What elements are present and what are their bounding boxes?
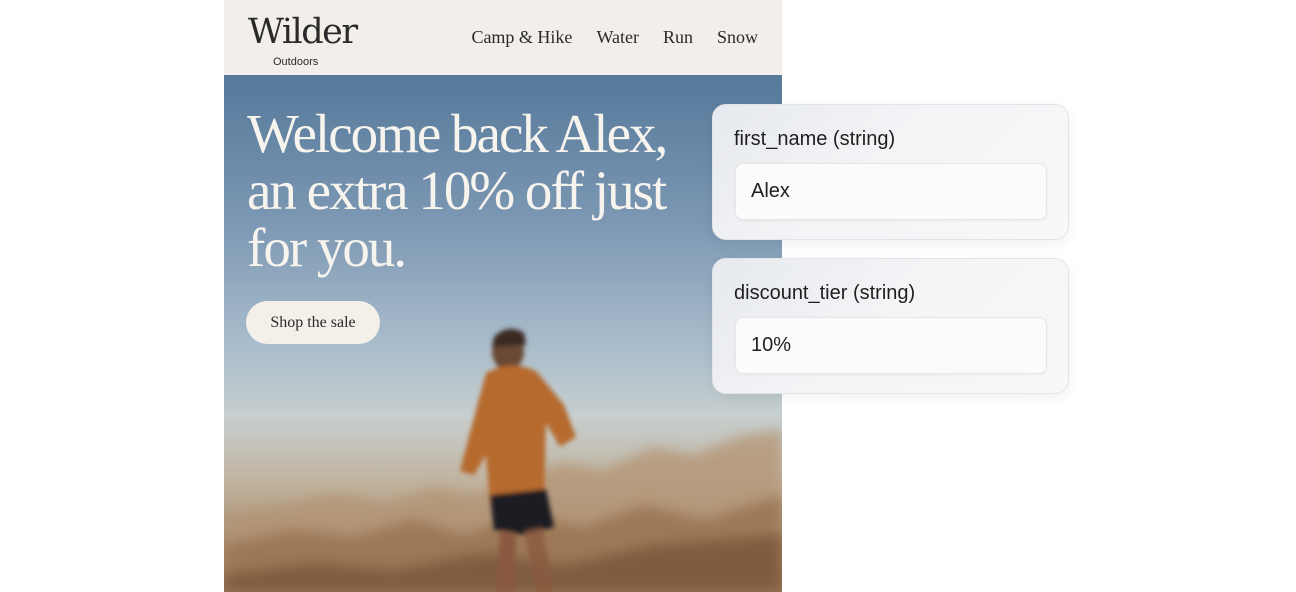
brand-logo[interactable]: Wilder Outdoors: [248, 10, 358, 68]
variable-card-first-name: first_name (string) Alex: [712, 104, 1069, 240]
nav-item-snow[interactable]: Snow: [717, 26, 758, 48]
variable-label: discount_tier (string): [734, 282, 916, 304]
first-name-field[interactable]: Alex: [735, 163, 1047, 220]
hero-banner: Welcome back Alex, an extra 10% off just…: [224, 75, 782, 592]
hero-headline: Welcome back Alex, an extra 10% off just…: [247, 103, 668, 278]
variable-card-discount-tier: discount_tier (string) 10%: [712, 258, 1069, 394]
nav-item-camp-hike[interactable]: Camp & Hike: [471, 26, 572, 48]
email-preview: Wilder Outdoors Camp & Hike Water Run Sn…: [224, 0, 782, 592]
shop-the-sale-button[interactable]: Shop the sale: [246, 301, 380, 344]
email-header: Wilder Outdoors Camp & Hike Water Run Sn…: [224, 0, 782, 75]
nav-item-water[interactable]: Water: [596, 26, 639, 48]
main-nav: Camp & Hike Water Run Snow: [471, 26, 758, 48]
nav-item-run[interactable]: Run: [663, 26, 693, 48]
brand-name: Wilder: [248, 12, 358, 52]
variable-label: first_name (string): [734, 128, 896, 150]
discount-tier-field[interactable]: 10%: [735, 317, 1047, 374]
brand-subtitle: Outdoors: [273, 56, 319, 68]
